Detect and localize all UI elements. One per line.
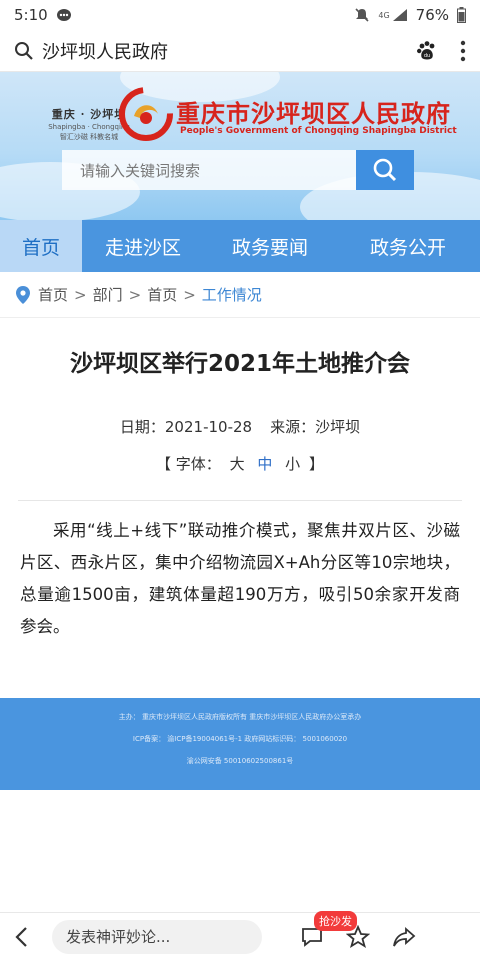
font-size-medium-button[interactable]: 中 <box>257 455 272 473</box>
bottom-action-bar: 发表神评妙论... 抢沙发 <box>0 910 480 960</box>
location-pin-icon <box>16 285 30 304</box>
notification-icon <box>56 8 72 22</box>
breadcrumb-item-home[interactable]: 首页 <box>38 284 68 305</box>
font-size-small-button[interactable]: 小 <box>285 455 300 473</box>
site-search-button[interactable] <box>356 150 414 190</box>
breadcrumb-item-department[interactable]: 部门 <box>93 284 123 305</box>
address-bar[interactable]: 沙坪坝人民政府 du <box>0 30 480 72</box>
government-title: 重庆市沙坪坝区人民政府 <box>176 100 451 128</box>
nav-item-home[interactable]: 首页 <box>0 220 82 272</box>
article-title: 沙坪坝区举行2021年土地推介会 <box>69 351 410 377</box>
breadcrumb-item-current[interactable]: 工作情况 <box>202 284 262 305</box>
article-body: 采用“线上+线下”联动推介模式，聚焦井双片区、沙磁片区、西永片区，集中介绍物流园… <box>20 521 460 636</box>
status-time: 5:10 <box>14 6 48 24</box>
government-subtitle: People's Government of Chongqing Shaping… <box>180 126 457 136</box>
article-source: 来源：沙坪坝 <box>270 418 361 436</box>
comment-input[interactable]: 发表神评妙论... <box>52 919 262 954</box>
sofa-badge: 抢沙发 <box>314 910 357 931</box>
nav-item-about-district[interactable]: 走进沙区 <box>82 220 204 272</box>
site-footer: 主办： 重庆市沙坪坝区人民政府版权所有 重庆市沙坪坝区人民政府办公室承办 ICP… <box>0 698 480 790</box>
nav-item-news[interactable]: 政务要闻 <box>204 220 336 272</box>
breadcrumb-separator: > <box>74 285 87 304</box>
footer-sponsor: 主办： 重庆市沙坪坝区人民政府版权所有 重庆市沙坪坝区人民政府办公室承办 <box>118 713 362 721</box>
font-size-large-button[interactable]: 大 <box>230 455 245 473</box>
site-banner: 重庆 · 沙坪坝 Shapingba · Chongqing 智汇沙磁 科教名城… <box>0 72 480 220</box>
breadcrumb-separator: > <box>183 285 196 304</box>
page-address-title[interactable]: 沙坪坝人民政府 <box>42 38 416 64</box>
search-icon[interactable] <box>14 41 34 61</box>
network-type: 4G <box>378 10 390 20</box>
nav-item-open-government[interactable]: 政务公开 <box>336 220 480 272</box>
article-meta: 日期：2021-10-28 来源：沙坪坝 <box>0 416 480 437</box>
article-date: 日期：2021-10-28 <box>119 418 253 436</box>
baidu-paw-icon[interactable]: du <box>416 40 438 62</box>
font-size-label: 【 字体： <box>156 455 221 473</box>
back-arrow-icon[interactable] <box>12 926 32 948</box>
breadcrumb: 首页 > 部门 > 首页 > 工作情况 <box>0 272 480 318</box>
status-bar: 5:10 4G 76% <box>0 0 480 30</box>
more-options-icon[interactable] <box>460 40 466 62</box>
battery-level: 76% <box>415 6 449 24</box>
signal-icon <box>392 8 408 22</box>
font-size-label-close: 】 <box>308 455 324 473</box>
main-navigation: 首页 走进沙区 政务要闻 政务公开 <box>0 220 480 272</box>
font-size-selector: 【 字体： 大 中 小 】 <box>18 453 462 501</box>
breadcrumb-item-home[interactable]: 首页 <box>147 284 177 305</box>
footer-police-record: 渝公网安备 50010602500861号 <box>186 757 294 765</box>
search-icon <box>372 157 398 183</box>
breadcrumb-separator: > <box>128 285 142 304</box>
battery-icon <box>457 7 466 23</box>
site-search-input[interactable]: 请输入关键词搜索 <box>62 150 356 190</box>
government-emblem-icon <box>118 86 174 146</box>
footer-icp: ICP备案： 渝ICP备19004061号-1 政府网站标识码： 5001060… <box>132 735 348 743</box>
share-icon[interactable] <box>392 926 416 948</box>
mute-icon <box>354 7 370 23</box>
svg-text:du: du <box>424 53 430 59</box>
